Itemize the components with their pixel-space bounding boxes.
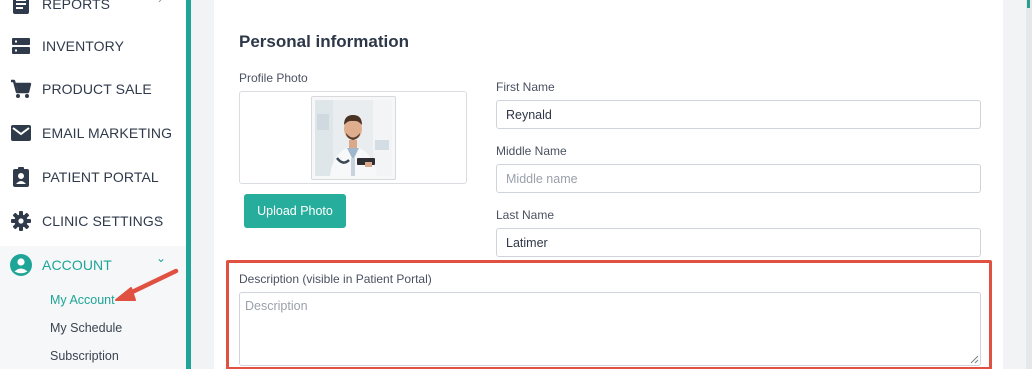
portal-icon: [10, 166, 32, 188]
description-label: Description (visible in Patient Portal): [239, 272, 432, 286]
cart-icon: [10, 78, 32, 100]
page-title: Personal information: [239, 32, 410, 51]
middle-name-field[interactable]: [496, 164, 981, 193]
inventory-icon: [10, 35, 32, 57]
sidebar-item-label: REPORTS: [42, 0, 111, 12]
gear-icon: [10, 210, 32, 232]
report-icon: [10, 0, 32, 15]
sidebar-subitem-my-account[interactable]: My Account: [50, 293, 115, 307]
scroll-edge: [1026, 0, 1032, 369]
resize-handle-icon[interactable]: [969, 354, 979, 364]
profile-photo-label: Profile Photo: [239, 71, 308, 85]
sidebar-item-label: CLINIC SETTINGS: [42, 213, 164, 229]
last-name-field[interactable]: [496, 228, 981, 257]
first-name-label: First Name: [496, 80, 555, 94]
sidebar-subitem-subscription[interactable]: Subscription: [50, 349, 119, 363]
sidebar-item-email-marketing[interactable]: EMAIL MARKETING: [0, 113, 186, 153]
chevron-right-icon: ›: [157, 212, 161, 226]
sidebar-item-reports[interactable]: REPORTS ›: [0, 0, 186, 24]
profile-photo-box: [239, 91, 467, 184]
sidebar-item-label: ACCOUNT: [42, 257, 112, 273]
sidebar-subitem-my-schedule[interactable]: My Schedule: [50, 321, 122, 335]
sidebar-item-label: PATIENT PORTAL: [42, 169, 159, 185]
sidebar-item-inventory[interactable]: INVENTORY: [0, 26, 186, 66]
sidebar-item-patient-portal[interactable]: PATIENT PORTAL: [0, 157, 186, 197]
account-icon: [10, 254, 32, 276]
sidebar-item-label: EMAIL MARKETING: [42, 125, 173, 141]
sidebar: REPORTS › INVENTORY PRODUCT SALE EMAIL M…: [0, 0, 186, 369]
sidebar-item-clinic-settings[interactable]: CLINIC SETTINGS ›: [0, 201, 186, 241]
sidebar-item-label: PRODUCT SALE: [42, 81, 152, 97]
mail-icon: [10, 122, 32, 144]
profile-photo: [311, 96, 396, 180]
sidebar-item-product-sale[interactable]: PRODUCT SALE: [0, 69, 186, 109]
upload-photo-button[interactable]: Upload Photo: [244, 194, 346, 228]
sidebar-item-label: INVENTORY: [42, 38, 125, 54]
chevron-right-icon: ›: [158, 0, 162, 6]
last-name-label: Last Name: [496, 208, 555, 222]
first-name-field[interactable]: [496, 100, 981, 129]
annotation-arrow-icon: [115, 268, 179, 301]
scroll-edge-mark: [1027, 0, 1030, 8]
description-field[interactable]: [239, 292, 981, 366]
middle-name-label: Middle Name: [496, 144, 567, 158]
